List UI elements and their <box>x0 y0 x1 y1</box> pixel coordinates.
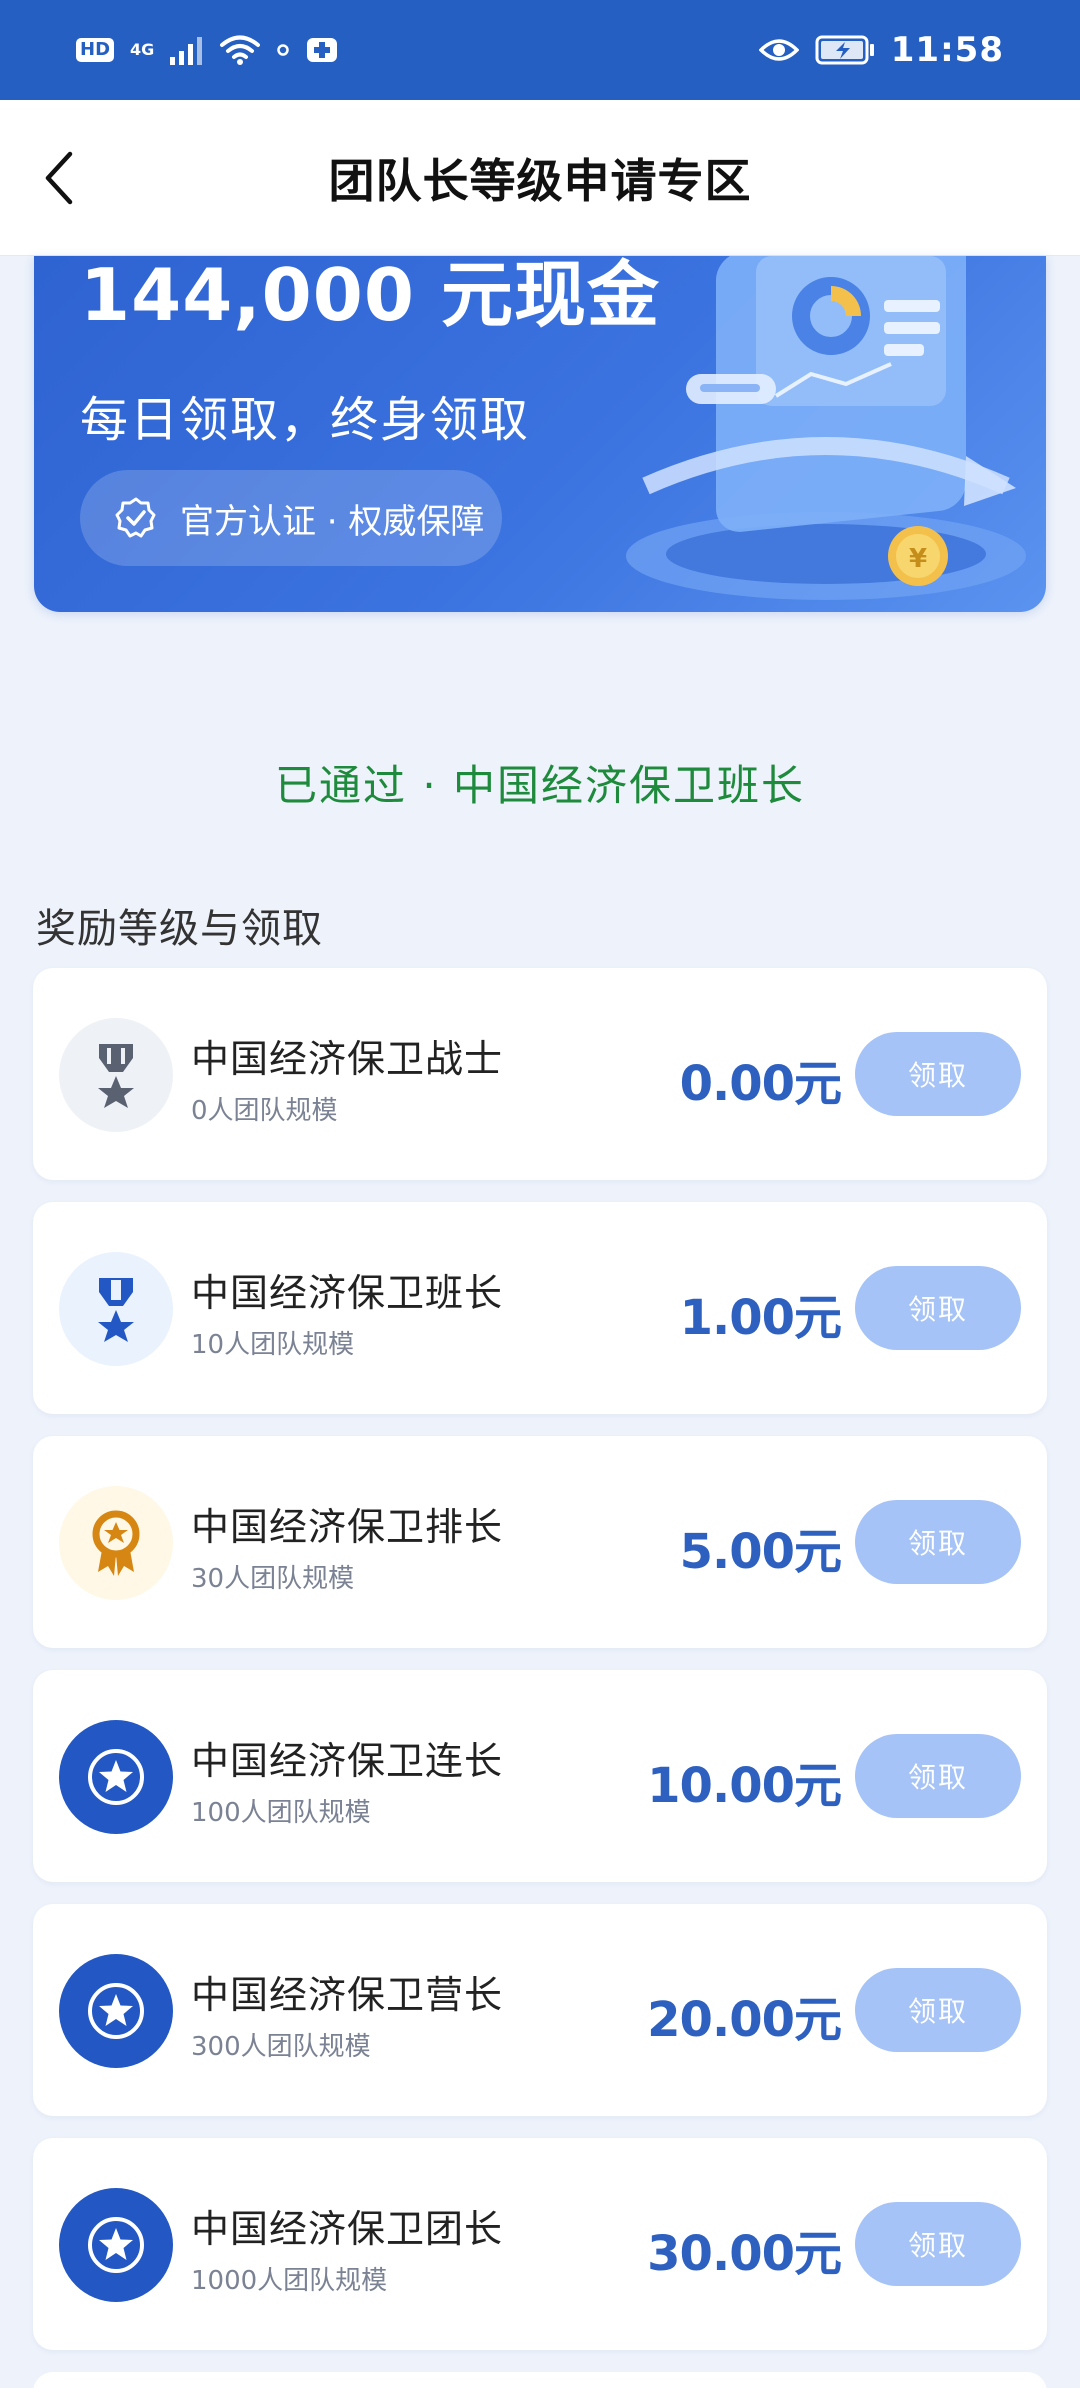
notification-dot-icon <box>277 44 290 56</box>
reward-banner: 144,000 元现金 每日领取，终身领取 官方认证 · 权威保障 ¥ <box>34 256 1046 612</box>
finance-illustration-icon: ¥ <box>626 256 1026 600</box>
team-size: 0人团队规模 <box>191 1096 338 1126</box>
star-badge-icon <box>59 1720 173 1834</box>
status-bar-left: HD 4G <box>76 34 338 66</box>
team-size: 10人团队规模 <box>191 1330 355 1360</box>
star-badge-icon <box>59 2188 173 2302</box>
team-size: 300人团队规模 <box>191 2032 371 2062</box>
level-card: 中国经济保卫排长 30人团队规模 5.00元 领取 <box>33 1436 1047 1648</box>
banner-amount: 144,000 元现金 <box>80 256 661 337</box>
health-app-icon <box>307 38 338 62</box>
level-name: 中国经济保卫连长 <box>191 1739 504 1783</box>
banner-subtitle: 每日领取，终身领取 <box>80 392 531 448</box>
partial-level-card <box>33 2372 1047 2388</box>
certification-badge: 官方认证 · 权威保障 <box>80 470 502 566</box>
team-size: 1000人团队规模 <box>191 2266 388 2296</box>
status-bar: HD 4G 11:58 <box>0 0 1080 100</box>
level-card: 中国经济保卫营长 300人团队规模 20.00元 领取 <box>33 1904 1047 2116</box>
chevron-left-icon <box>45 151 73 204</box>
status-bar-right: 11:58 <box>758 30 1004 70</box>
reward-amount: 1.00元 <box>679 1290 842 1346</box>
page-title: 团队长等级申请专区 <box>328 153 752 208</box>
approved-status-text: 已通过 · 中国经济保卫班长 <box>274 761 806 810</box>
hd-indicator: HD <box>76 38 115 62</box>
section-title: 奖励等级与领取 <box>36 906 323 952</box>
network-type: 4G <box>130 40 155 59</box>
reward-amount: 30.00元 <box>647 2226 842 2282</box>
team-size: 100人团队规模 <box>191 1798 371 1828</box>
wifi-icon <box>220 35 261 65</box>
claim-button[interactable]: 领取 <box>855 1734 1021 1818</box>
level-name: 中国经济保卫营长 <box>191 1973 504 2017</box>
reward-amount: 5.00元 <box>679 1524 842 1580</box>
medal-gray-icon <box>59 1018 173 1132</box>
battery-charging-icon <box>815 35 874 65</box>
level-card: 中国经济保卫连长 100人团队规模 10.00元 领取 <box>33 1670 1047 1882</box>
level-card: 中国经济保卫班长 10人团队规模 1.00元 领取 <box>33 1202 1047 1414</box>
reward-amount: 10.00元 <box>647 1758 842 1814</box>
level-card: 中国经济保卫团长 1000人团队规模 30.00元 领取 <box>33 2138 1047 2350</box>
verified-shield-icon <box>115 497 156 538</box>
level-name: 中国经济保卫团长 <box>191 2207 504 2251</box>
back-button[interactable] <box>30 143 86 213</box>
level-name: 中国经济保卫战士 <box>191 1037 504 1081</box>
app-header: 团队长等级申请专区 <box>0 100 1080 256</box>
claim-button[interactable]: 领取 <box>855 1968 1021 2052</box>
star-badge-icon <box>59 1954 173 2068</box>
claim-button[interactable]: 领取 <box>855 1500 1021 1584</box>
certification-text: 官方认证 · 权威保障 <box>180 501 485 542</box>
reward-amount: 0.00元 <box>679 1056 842 1112</box>
eye-comfort-icon <box>758 39 799 61</box>
medal-gold-icon <box>59 1486 173 1600</box>
svg-text:¥: ¥ <box>909 544 927 574</box>
clock: 11:58 <box>890 30 1004 70</box>
level-name: 中国经济保卫排长 <box>191 1505 504 1549</box>
team-size: 30人团队规模 <box>191 1564 355 1594</box>
medal-blue-icon <box>59 1252 173 1366</box>
claim-button[interactable]: 领取 <box>855 1032 1021 1116</box>
signal-icon <box>170 37 203 65</box>
level-name: 中国经济保卫班长 <box>191 1271 504 1315</box>
claim-button[interactable]: 领取 <box>855 1266 1021 1350</box>
reward-amount: 20.00元 <box>647 1992 842 2048</box>
level-card: 中国经济保卫战士 0人团队规模 0.00元 领取 <box>33 968 1047 1180</box>
claim-button[interactable]: 领取 <box>855 2202 1021 2286</box>
